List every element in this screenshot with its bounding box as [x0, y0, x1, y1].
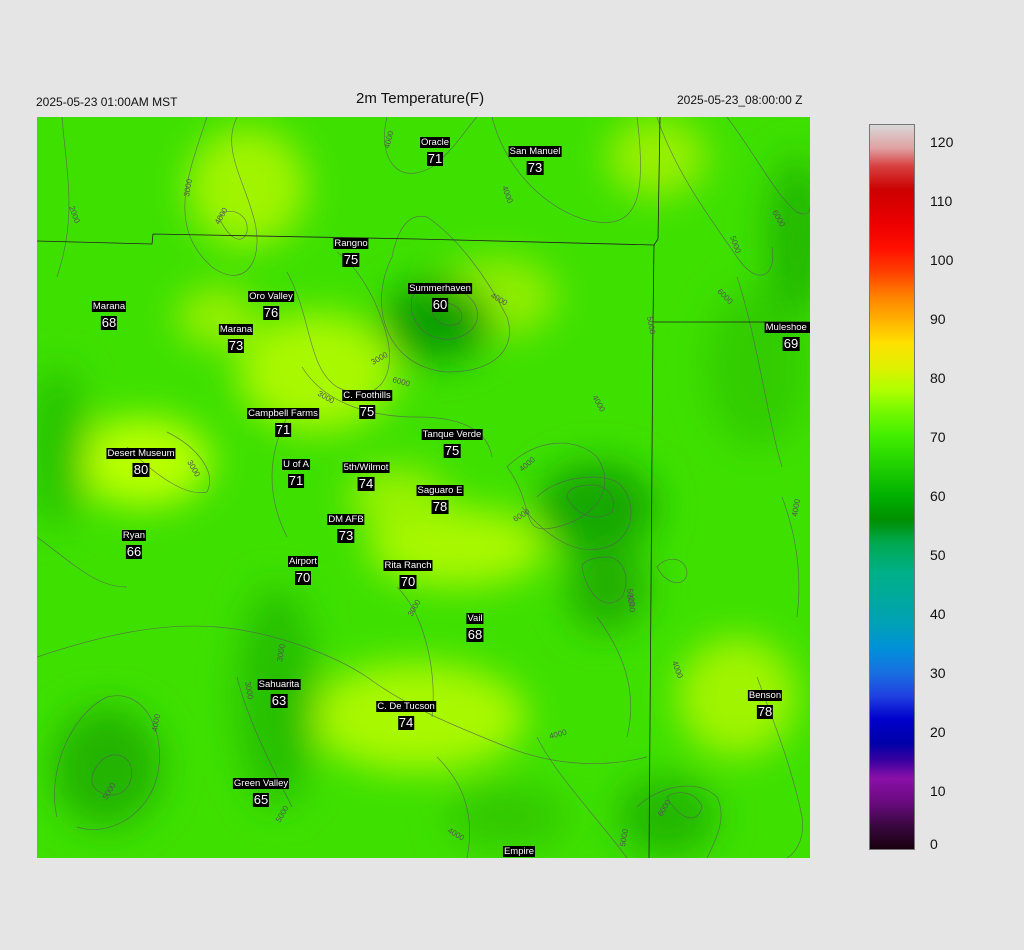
station-rita-ranch: Rita Ranch 70 [383, 560, 433, 589]
station-name: Empire [502, 846, 536, 857]
station-benson: Benson 78 [747, 690, 783, 719]
station-temperature: 70 [294, 570, 312, 585]
station-c-de-tucson: C. De Tucson 74 [376, 701, 436, 730]
station-temperature: 65 [252, 792, 270, 807]
station-temperature: 75 [358, 404, 376, 419]
station-dm-afb: DM AFB 73 [327, 514, 365, 543]
station-name: Marana [91, 301, 127, 312]
station-name: Vail [466, 613, 484, 624]
station-sahuarita: Sahuarita 63 [257, 679, 301, 708]
station-green-valley: Green Valley 65 [232, 778, 290, 807]
station-temperature: 74 [397, 715, 415, 730]
station-temperature: 78 [431, 499, 449, 514]
station-name: Muleshoe R [764, 322, 810, 333]
colorbar-tick-label: 0 [930, 836, 938, 852]
station-name: Rangno [333, 238, 369, 249]
colorbar-tick-label: 110 [930, 192, 953, 209]
station-temperature: 74 [357, 476, 375, 491]
colorbar-tick-label: 120 [930, 133, 954, 150]
station-c-foothills: C. Foothills 75 [342, 390, 392, 419]
station-name: Desert Museum [106, 448, 176, 459]
station-temperature: 68 [100, 315, 118, 330]
colorbar-tick-label: 90 [930, 310, 946, 327]
station-name: Tanque Verde [421, 429, 483, 440]
station-temperature: 63 [270, 693, 288, 708]
station-marana-west: Marana 68 [91, 301, 127, 330]
station-oro-valley: Oro Valley 76 [248, 291, 294, 320]
station-temperature: 75 [443, 443, 461, 458]
colorbar-tick-label: 100 [930, 251, 954, 268]
colorbar-tick-label: 30 [930, 664, 946, 681]
station-name: Rita Ranch [383, 560, 433, 571]
station-campbell-farms: Campbell Farms 71 [247, 408, 319, 437]
station-name: DM AFB [327, 514, 365, 525]
station-temperature: 69 [782, 336, 800, 351]
station-temperature: 70 [399, 574, 417, 589]
station-name: Oracle [420, 137, 450, 148]
station-saguaro-e: Saguaro E 78 [416, 485, 464, 514]
colorbar-tick-label: 40 [930, 605, 946, 622]
station-temperature: 73 [337, 528, 355, 543]
station-name: C. Foothills [342, 390, 392, 401]
colorbar-tick-label: 50 [930, 546, 946, 563]
valid-time-label: 2025-05-23_08:00:00 Z [677, 93, 803, 107]
station-name: Summerhaven [408, 283, 472, 294]
station-san-manuel: San Manuel 73 [508, 146, 562, 175]
station-u-of-a: U of A 71 [282, 459, 310, 488]
station-name: Campbell Farms [247, 408, 319, 419]
station-temperature: 60 [431, 297, 449, 312]
station-temperature: 68 [466, 627, 484, 642]
station-temperature: 75 [342, 252, 360, 267]
station-name: Airport [288, 556, 318, 567]
station-summerhaven: Summerhaven 60 [408, 283, 472, 312]
station-name: C. De Tucson [376, 701, 436, 712]
colorbar-tick-label: 20 [930, 723, 946, 740]
station-temperature: 71 [274, 422, 292, 437]
station-5th-wilmot: 5th/Wilmot 74 [342, 462, 390, 491]
station-temperature: 66 [125, 544, 143, 559]
station-name: Benson [747, 690, 783, 701]
station-empire: Empire [502, 846, 536, 857]
station-desert-museum: Desert Museum 80 [106, 448, 176, 477]
station-temperature: 71 [287, 473, 305, 488]
station-temperature: 80 [132, 462, 150, 477]
station-name: Saguaro E [416, 485, 464, 496]
station-name: 5th/Wilmot [342, 462, 390, 473]
station-temperature: 78 [756, 704, 774, 719]
station-name: Sahuarita [257, 679, 301, 690]
station-marana: Marana 73 [218, 324, 254, 353]
station-temperature: 73 [227, 338, 245, 353]
station-temperature: 76 [262, 305, 280, 320]
colorbar-tick-label: 80 [930, 369, 946, 386]
station-name: Ryan [121, 530, 147, 541]
temperature-map: 4000 2000 3000 4000 4000 6000 5000 6000 … [37, 117, 810, 858]
station-temperature: 71 [426, 151, 444, 166]
station-name: U of A [282, 459, 310, 470]
station-vail: Vail 68 [466, 613, 484, 642]
station-tanque-verde: Tanque Verde 75 [421, 429, 483, 458]
station-temperature: 73 [526, 160, 544, 175]
colorbar-tick-label: 10 [930, 782, 946, 799]
station-rangno: Rangno 75 [333, 238, 369, 267]
station-name: San Manuel [508, 146, 562, 157]
station-name: Oro Valley [248, 291, 294, 302]
temperature-colorbar [869, 124, 915, 850]
station-airport: Airport 70 [288, 556, 318, 585]
colorbar-tick-label: 60 [930, 487, 946, 504]
map-title: 2m Temperature(F) [356, 90, 485, 107]
station-oracle: Oracle 71 [420, 137, 450, 166]
colorbar-tick-label: 70 [930, 428, 946, 445]
station-ryan: Ryan 66 [121, 530, 147, 559]
station-name: Marana [218, 324, 254, 335]
station-muleshoe-r: Muleshoe R 69 [764, 322, 810, 351]
local-time-label: 2025-05-23 01:00AM MST [36, 95, 178, 109]
station-name: Green Valley [232, 778, 290, 789]
